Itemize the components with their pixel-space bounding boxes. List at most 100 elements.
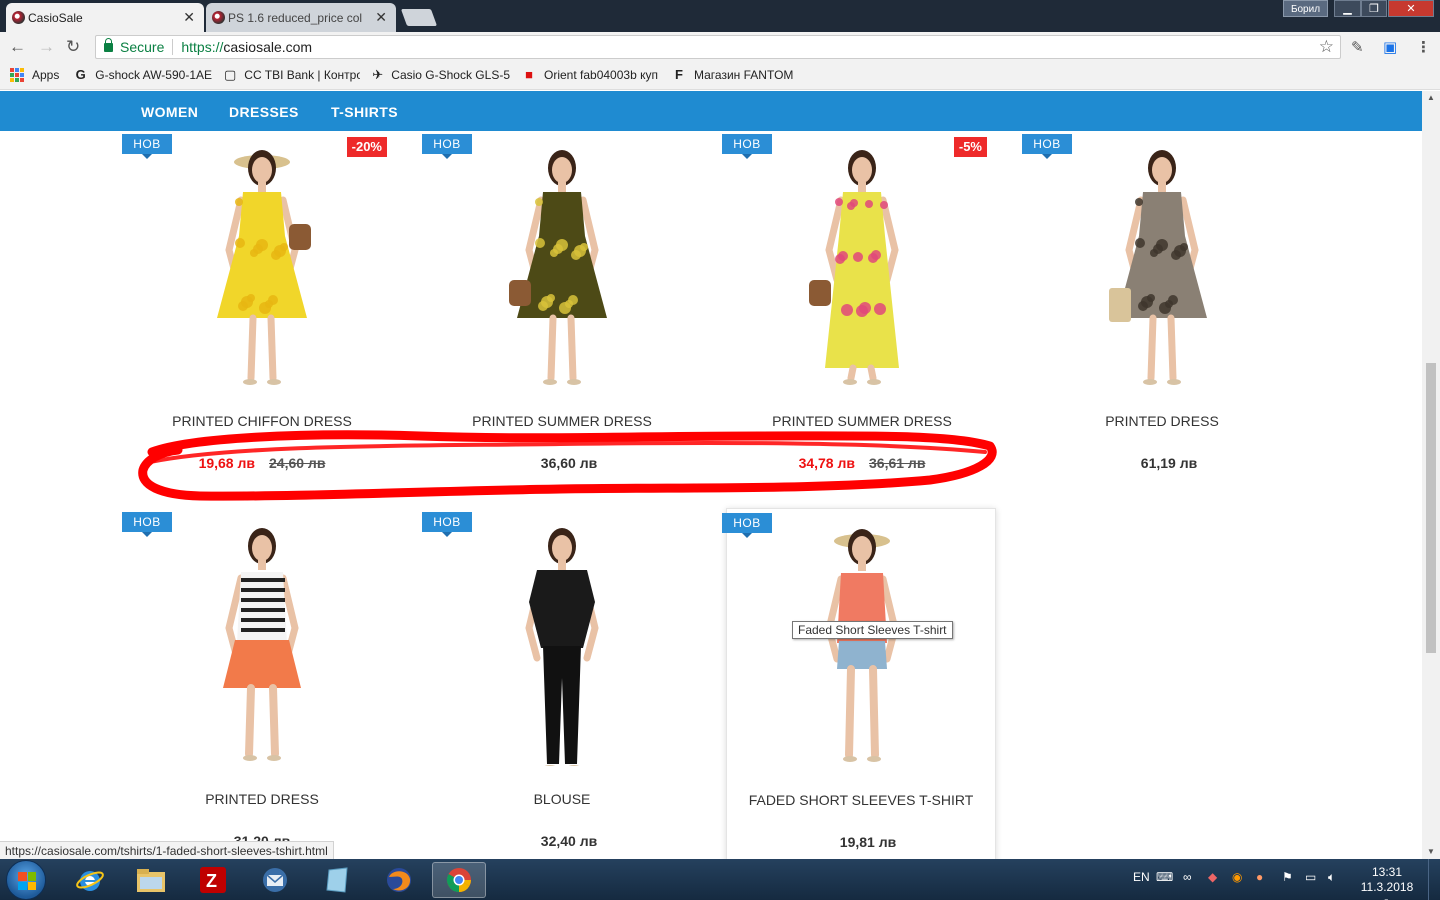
- bookmark-label: Casio G-Shock GLS-5: [391, 68, 510, 82]
- eyedropper-extension-icon[interactable]: ✎: [1351, 38, 1364, 56]
- svg-text:Z: Z: [206, 871, 217, 891]
- bookmarks-bar: Apps G G-shock AW-590-1AE ▢ CC TBI Bank …: [0, 62, 1440, 90]
- product-name[interactable]: PRINTED DRESS: [1027, 413, 1297, 429]
- translate-extension-icon[interactable]: ▣: [1383, 38, 1397, 56]
- bookmark-apps[interactable]: Apps: [10, 68, 59, 82]
- close-tab-icon[interactable]: ✕: [183, 9, 195, 26]
- system-clock[interactable]: 13:31 11.3.2018 г.: [1356, 865, 1418, 900]
- url-host: casiosale.com: [223, 39, 313, 55]
- fox-tray-icon[interactable]: ◉: [1232, 870, 1242, 884]
- filezilla-icon: Z: [200, 867, 226, 893]
- product-image[interactable]: [749, 140, 975, 388]
- action-center-flag-icon[interactable]: ⚑: [1282, 870, 1293, 884]
- address-bar[interactable]: Secure https://casiosale.com ☆: [95, 35, 1341, 59]
- menu-dresses[interactable]: DRESSES: [229, 104, 299, 120]
- product-price: 19,68 лв: [198, 455, 255, 471]
- scroll-down-arrow-icon[interactable]: ▼: [1427, 847, 1435, 856]
- product-image[interactable]: [149, 140, 375, 388]
- scroll-up-arrow-icon[interactable]: ▲: [1427, 93, 1435, 102]
- lock-icon: [104, 37, 113, 52]
- clock-time: 13:31: [1371, 865, 1403, 879]
- casiosale-favicon-icon: [12, 11, 25, 24]
- product-image[interactable]: [149, 518, 375, 766]
- taskbar-chrome[interactable]: [432, 862, 486, 898]
- tab-prestashop-forum[interactable]: PS 1.6 reduced_price col ✕: [206, 3, 396, 32]
- product-name[interactable]: PRINTED DRESS: [127, 791, 397, 807]
- link-status-bubble: https://casiosale.com/tshirts/1-faded-sh…: [0, 841, 334, 861]
- taskbar-file-explorer[interactable]: [124, 862, 178, 898]
- window-close-button[interactable]: ✕: [1388, 0, 1434, 17]
- product-price: 32,40 лв: [540, 833, 598, 849]
- menu-tshirts[interactable]: T-SHIRTS: [331, 104, 398, 120]
- scrollbar-thumb[interactable]: [1426, 363, 1436, 653]
- page-scrollbar[interactable]: ▲ ▼: [1422, 91, 1440, 859]
- bookmark-casio-gls5[interactable]: ✈ Casio G-Shock GLS-5: [372, 68, 510, 82]
- product-card[interactable]: НОВ PRINTED DRESS 61,19 лв: [1022, 131, 1297, 500]
- product-name[interactable]: PRINTED SUMMER DRESS: [727, 413, 997, 429]
- product-card[interactable]: НОВ PRINTED SUMMER DRESS 36,60 лв: [422, 131, 697, 500]
- tab-casiosale[interactable]: CasioSale ✕: [6, 3, 204, 32]
- chrome-icon: [446, 868, 471, 892]
- app-tray-icon[interactable]: ◆: [1208, 870, 1217, 884]
- start-button[interactable]: [6, 860, 46, 900]
- apps-grid-icon: [10, 68, 24, 82]
- bookmark-tbi-bank[interactable]: ▢ CC TBI Bank | Контро: [224, 68, 360, 82]
- link-icon[interactable]: ∞: [1183, 870, 1192, 884]
- product-image[interactable]: [449, 518, 675, 766]
- taskbar-internet-explorer[interactable]: [63, 862, 117, 898]
- new-tab-button[interactable]: [400, 9, 438, 26]
- tab-label: PS 1.6 reduced_price col: [228, 10, 363, 25]
- product-card-hovered[interactable]: НОВ FADED SHORT SLEEVES T-SHIRT 19,81 лв: [722, 508, 996, 859]
- taskbar-filezilla[interactable]: Z: [186, 862, 240, 898]
- taskbar-mail-client[interactable]: [248, 862, 302, 898]
- prestashop-favicon-icon: [212, 11, 225, 24]
- product-price: 34,78 лв: [798, 455, 855, 471]
- product-name[interactable]: PRINTED SUMMER DRESS: [427, 413, 697, 429]
- product-card[interactable]: НОВ BLOUSE 32,40 лв: [422, 508, 697, 859]
- product-price-box: 32,40 лв: [427, 833, 697, 849]
- menu-women[interactable]: WOMEN: [141, 104, 198, 120]
- omnibox-divider: [172, 39, 174, 55]
- show-desktop-button[interactable]: [1428, 859, 1440, 900]
- product-name[interactable]: PRINTED CHIFFON DRESS: [127, 413, 397, 429]
- minimize-button[interactable]: ▁: [1334, 0, 1361, 17]
- bookmark-star-icon[interactable]: ☆: [1319, 37, 1334, 57]
- taskbar-notes[interactable]: [310, 862, 364, 898]
- network-icon[interactable]: ▭: [1305, 870, 1316, 884]
- product-image[interactable]: [749, 519, 975, 767]
- page-icon: ▢: [224, 68, 237, 82]
- volume-icon[interactable]: 🔈︎: [1328, 870, 1335, 885]
- notes-icon: [326, 867, 348, 893]
- product-image[interactable]: [1049, 140, 1275, 388]
- clock-date: 11.3.2018 г.: [1360, 880, 1414, 900]
- back-arrow-icon[interactable]: ←: [9, 37, 26, 57]
- product-list: НОВ -20% PRINTED CHIFFON DRESS 19,68 лв 2…: [0, 131, 1422, 859]
- tab-label: CasioSale: [28, 10, 83, 25]
- close-tab-icon[interactable]: ✕: [375, 9, 387, 26]
- product-card[interactable]: НОВ PRINTED DRESS 31,20 лв: [122, 508, 397, 859]
- reload-icon[interactable]: ↻: [66, 37, 80, 57]
- maximize-button[interactable]: ❐: [1361, 0, 1387, 17]
- product-card[interactable]: НОВ -5% PRINTED SUMMER DRESS 34,78 лв 36,…: [722, 131, 997, 500]
- taskbar-firefox[interactable]: [372, 862, 426, 898]
- bookmark-orient[interactable]: ■ Orient fab04003b куп: [522, 68, 660, 82]
- product-card[interactable]: НОВ -20% PRINTED CHIFFON DRESS 19,68 лв 2…: [122, 131, 397, 500]
- language-indicator[interactable]: EN: [1133, 870, 1150, 884]
- profile-button[interactable]: Борил: [1283, 0, 1328, 17]
- browser-toolbar: ← → ↻ Secure https://casiosale.com ☆ ✎ ▣…: [0, 32, 1440, 62]
- browser-menu-icon[interactable]: ⋮: [1416, 38, 1431, 56]
- image-title-tooltip: Faded Short Sleeves T-shirt: [792, 621, 953, 639]
- product-name[interactable]: BLOUSE: [427, 791, 697, 807]
- google-icon: G: [75, 68, 86, 82]
- bookmark-fantom[interactable]: F Магазин FANTOM: [672, 68, 793, 82]
- product-price-box: 61,19 лв: [1027, 455, 1297, 471]
- ball-tray-icon[interactable]: ●: [1256, 870, 1263, 884]
- product-image[interactable]: [449, 140, 675, 388]
- bookmark-gshock-aw590[interactable]: G G-shock AW-590-1AE: [74, 68, 212, 82]
- product-name[interactable]: FADED SHORT SLEEVES T-SHIRT: [727, 792, 995, 808]
- forward-arrow-icon[interactable]: →: [38, 37, 55, 57]
- old-price: 24,60 лв: [269, 455, 326, 471]
- orient-icon: ■: [525, 68, 533, 82]
- internet-explorer-icon: [76, 871, 104, 891]
- keyboard-icon[interactable]: ⌨: [1156, 870, 1173, 884]
